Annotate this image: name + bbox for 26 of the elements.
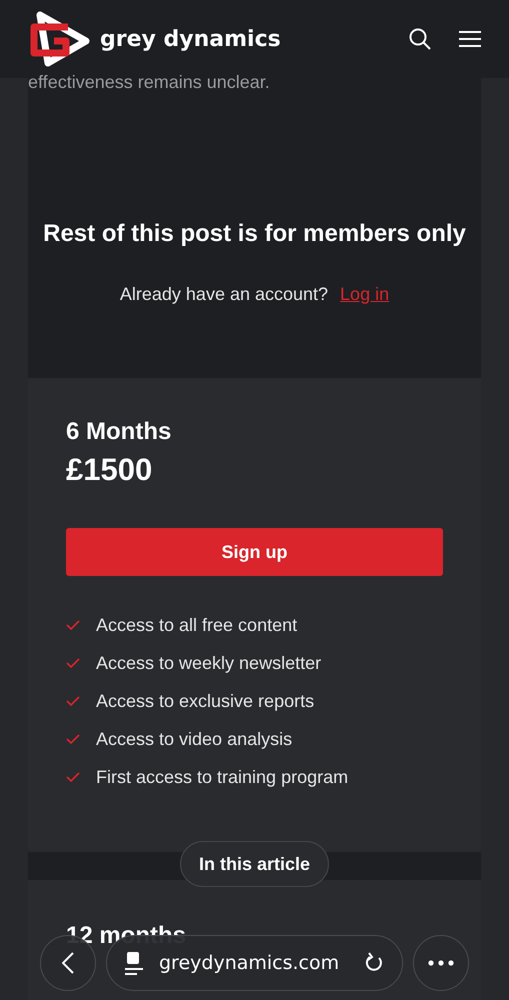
check-icon bbox=[66, 658, 80, 668]
feature-text: First access to training program bbox=[96, 766, 348, 788]
back-icon bbox=[62, 952, 74, 974]
article-contents-button[interactable]: In this article bbox=[180, 841, 330, 887]
url-text: greydynamics.com bbox=[159, 952, 340, 974]
brand-name[interactable]: grey dynamics bbox=[100, 26, 281, 52]
check-icon bbox=[66, 772, 80, 782]
feature-text: Access to all free content bbox=[96, 614, 298, 636]
check-icon bbox=[66, 734, 80, 744]
feature-text: Access to exclusive reports bbox=[96, 690, 314, 712]
feature-text: Access to weekly newsletter bbox=[96, 652, 322, 674]
menu-icon[interactable] bbox=[459, 30, 481, 48]
more-icon bbox=[428, 960, 454, 966]
search-icon[interactable] bbox=[409, 28, 431, 50]
paywall-title: Rest of this post is for members only bbox=[43, 220, 466, 248]
logo-icon bbox=[28, 11, 92, 67]
article-text: effectiveness remains unclear. bbox=[28, 72, 270, 92]
plan-price: £1500 bbox=[66, 452, 154, 488]
plan-name: 6 Months bbox=[66, 418, 172, 446]
feature-text: Access to video analysis bbox=[96, 728, 292, 750]
reload-icon[interactable] bbox=[364, 952, 384, 974]
check-icon bbox=[66, 696, 80, 706]
sign-up-button[interactable]: Sign up bbox=[66, 528, 443, 576]
check-icon bbox=[66, 620, 80, 630]
reader-icon[interactable] bbox=[125, 950, 145, 976]
account-prompt: Already have an account? bbox=[120, 284, 328, 305]
